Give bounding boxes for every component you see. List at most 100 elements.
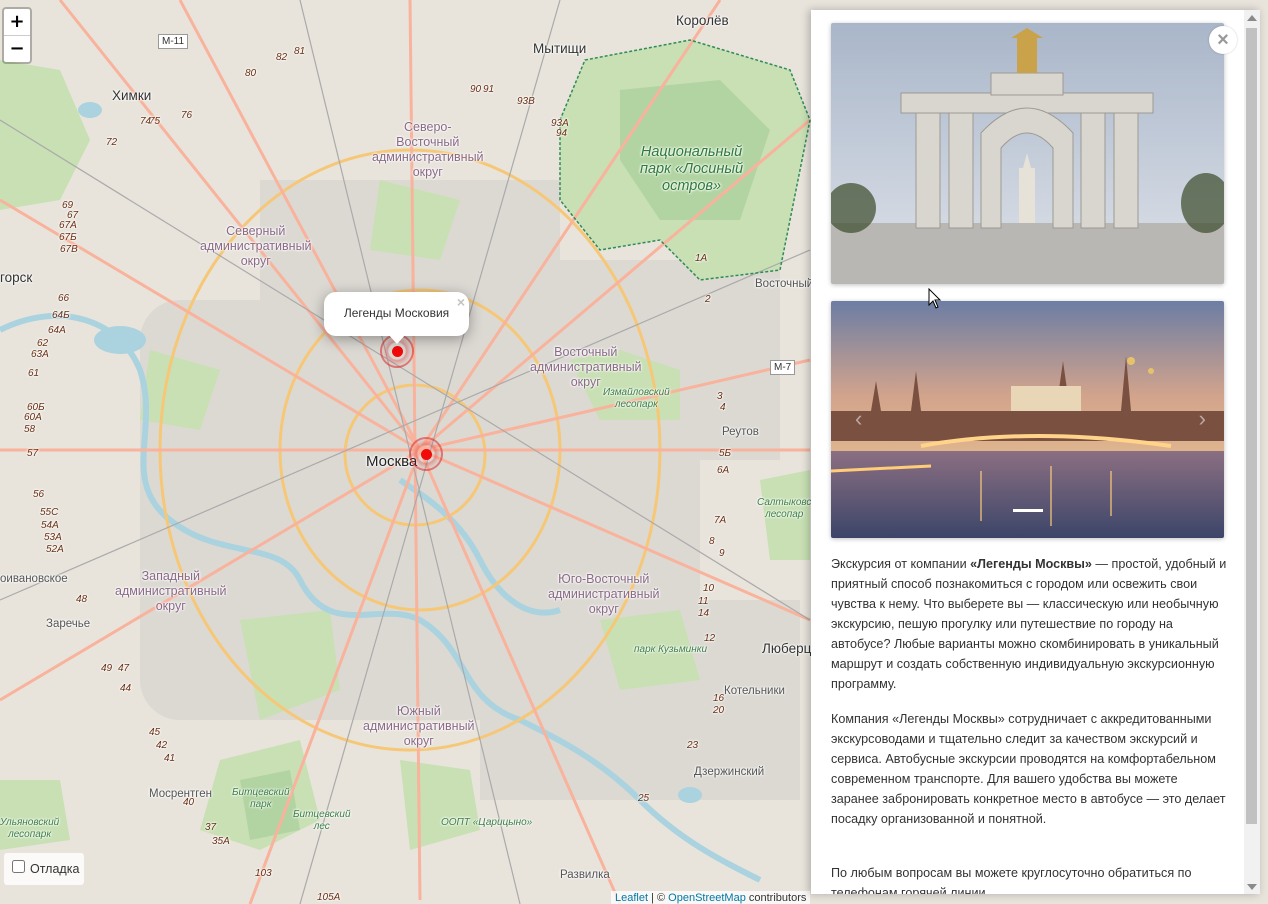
city-label-korolev: Королёв bbox=[676, 13, 729, 28]
road-number-label: 66 bbox=[58, 293, 70, 304]
debug-checkbox[interactable] bbox=[12, 860, 25, 873]
road-number-label: 14 bbox=[698, 608, 710, 619]
road-number-label: 74 bbox=[140, 116, 152, 127]
road-number-label: 37 bbox=[205, 822, 217, 833]
district-label-sev: Северный административный округ bbox=[200, 224, 312, 268]
park-label-losiny: Национальный парк «Лосиный остров» bbox=[640, 144, 744, 194]
city-label-mytishchi: Мытищи bbox=[533, 41, 587, 56]
osm-link[interactable]: OpenStreetMap bbox=[668, 892, 746, 904]
road-number-label: 4 bbox=[720, 402, 726, 413]
road-number-label: 16 bbox=[713, 693, 725, 704]
city-label-dzerzhinsky: Дзержинский bbox=[694, 766, 765, 778]
road-number-label: 94 bbox=[556, 128, 568, 139]
road-number-label: 67А bbox=[59, 220, 77, 231]
city-label-razvilka: Развилка bbox=[560, 869, 610, 881]
park-label-tsaritsyno: ООПТ «Царицыно» bbox=[441, 817, 533, 828]
road-number-label: 67В bbox=[60, 244, 78, 255]
road-number-label: 9 bbox=[719, 548, 725, 559]
road-number-label: 10 bbox=[703, 583, 715, 594]
road-number-label: 35А bbox=[212, 836, 230, 847]
road-number-label: 5Б bbox=[719, 448, 732, 459]
road-number-label: 103 bbox=[255, 868, 272, 879]
leaflet-link[interactable]: Leaflet bbox=[615, 892, 648, 904]
road-number-label: 90 bbox=[470, 84, 482, 95]
city-label-krasnogorsk: горск bbox=[0, 270, 33, 285]
road-number-label: 25 bbox=[638, 793, 650, 804]
district-label-yug-vost: Юго-Восточный административный округ bbox=[548, 572, 660, 616]
road-number-label: 105А bbox=[317, 892, 341, 903]
marker-dot bbox=[421, 449, 432, 460]
city-label-vostochny: Восточный bbox=[755, 278, 814, 290]
road-number-label: 48 bbox=[76, 594, 88, 605]
road-number-label: 41 bbox=[164, 753, 176, 764]
road-number-label: 63А bbox=[31, 349, 49, 360]
road-number-label: 58 bbox=[24, 424, 36, 435]
city-label-zarechye: Заречье bbox=[46, 618, 91, 630]
popup-close-icon[interactable]: × bbox=[457, 294, 465, 310]
road-number-label: 62 bbox=[37, 338, 49, 349]
road-number-label: 67Б bbox=[59, 232, 77, 243]
description-paragraph-2: Компания «Легенды Москвы» сотрудничает с… bbox=[831, 712, 1226, 826]
road-number-label: 53А bbox=[44, 532, 62, 543]
road-number-label: 54А bbox=[41, 520, 59, 531]
road-number-label: 44 bbox=[120, 683, 132, 694]
city-label-odintsovo: оивановское bbox=[0, 573, 68, 585]
road-number-label: 40 bbox=[183, 797, 195, 808]
road-number-label: 1А bbox=[695, 253, 708, 264]
city-label-mosrentgen: Мосрентген bbox=[149, 788, 212, 800]
park-label-ulyanovsky: Ульяновский лесопарк bbox=[0, 817, 60, 840]
panel-close-icon[interactable]: × bbox=[1209, 26, 1237, 54]
road-number-label: 64А bbox=[48, 325, 66, 336]
carousel-indicator[interactable] bbox=[1013, 509, 1043, 512]
scroll-down-icon[interactable] bbox=[1247, 884, 1257, 890]
info-panel[interactable]: ‹ › × Экскурсия от компании «Легенды Мос… bbox=[811, 10, 1260, 894]
road-number-label: 91 bbox=[483, 84, 495, 95]
description-paragraph-3: По любым вопросам вы можете круглосуточн… bbox=[831, 866, 1192, 894]
map-marker-center[interactable] bbox=[409, 437, 443, 471]
road-number-label: 23 bbox=[687, 740, 699, 751]
zoom-out-button[interactable]: − bbox=[4, 35, 30, 62]
road-number-label: 11 bbox=[698, 596, 709, 607]
road-number-label: 45 bbox=[149, 727, 161, 738]
carousel-next-icon[interactable]: › bbox=[1199, 406, 1206, 432]
company-name-bold: «Легенды Москвы» bbox=[970, 557, 1092, 571]
popup-title: Легенды Московия bbox=[343, 306, 450, 320]
popup-tip bbox=[388, 334, 406, 344]
park-label-bitsevsky-les: Битцевский лес bbox=[293, 809, 351, 832]
road-number-label: 47 bbox=[118, 663, 130, 674]
route-shield-m7: М-7 bbox=[770, 360, 796, 375]
road-number-label: 52А bbox=[46, 544, 64, 555]
road-number-label: 80 bbox=[245, 68, 257, 79]
road-number-label: 64Б bbox=[52, 310, 70, 321]
road-number-label: 42 bbox=[156, 740, 168, 751]
road-number-label: 72 bbox=[106, 137, 118, 148]
district-label-sev-vost: Северо- Восточный административный округ bbox=[372, 120, 484, 179]
map-attribution: Leaflet | © OpenStreetMap contributors bbox=[611, 891, 811, 904]
road-number-label: 12 bbox=[704, 633, 716, 644]
park-label-kuzminki: парк Кузьминки bbox=[634, 644, 708, 655]
mouse-cursor-icon bbox=[928, 288, 942, 309]
scroll-up-icon[interactable] bbox=[1247, 15, 1257, 21]
marker-dot bbox=[392, 346, 403, 357]
road-number-label: 7А bbox=[714, 515, 727, 526]
district-label-zap: Западный административный округ bbox=[115, 569, 227, 613]
road-number-label: 82 bbox=[276, 52, 288, 63]
city-label-reutov: Реутов bbox=[722, 426, 759, 438]
zoom-in-button[interactable]: + bbox=[4, 9, 30, 35]
road-number-label: 60А bbox=[24, 412, 42, 423]
carousel-prev-icon[interactable]: ‹ bbox=[855, 406, 862, 432]
panel-scrollbar[interactable] bbox=[1244, 10, 1260, 894]
district-label-yuzh: Южный административный округ bbox=[363, 704, 475, 748]
road-number-label: 93В bbox=[517, 96, 535, 107]
road-number-label: 57 bbox=[27, 448, 39, 459]
paragraph-1-prefix: Экскурсия от компании bbox=[831, 557, 971, 571]
marker-popup: Легенды Московия × bbox=[324, 292, 469, 344]
city-label-khimki: Химки bbox=[112, 88, 152, 103]
scrollbar-thumb[interactable] bbox=[1246, 28, 1257, 824]
zoom-control: + − bbox=[2, 7, 32, 64]
park-label-izmailovsky: Измайловский лесопарк bbox=[603, 387, 670, 410]
kremlin-photo: ‹ › bbox=[831, 301, 1224, 538]
debug-toggle[interactable]: Отладка bbox=[4, 853, 84, 885]
debug-label: Отладка bbox=[30, 862, 80, 876]
road-number-label: 8 bbox=[709, 536, 715, 547]
